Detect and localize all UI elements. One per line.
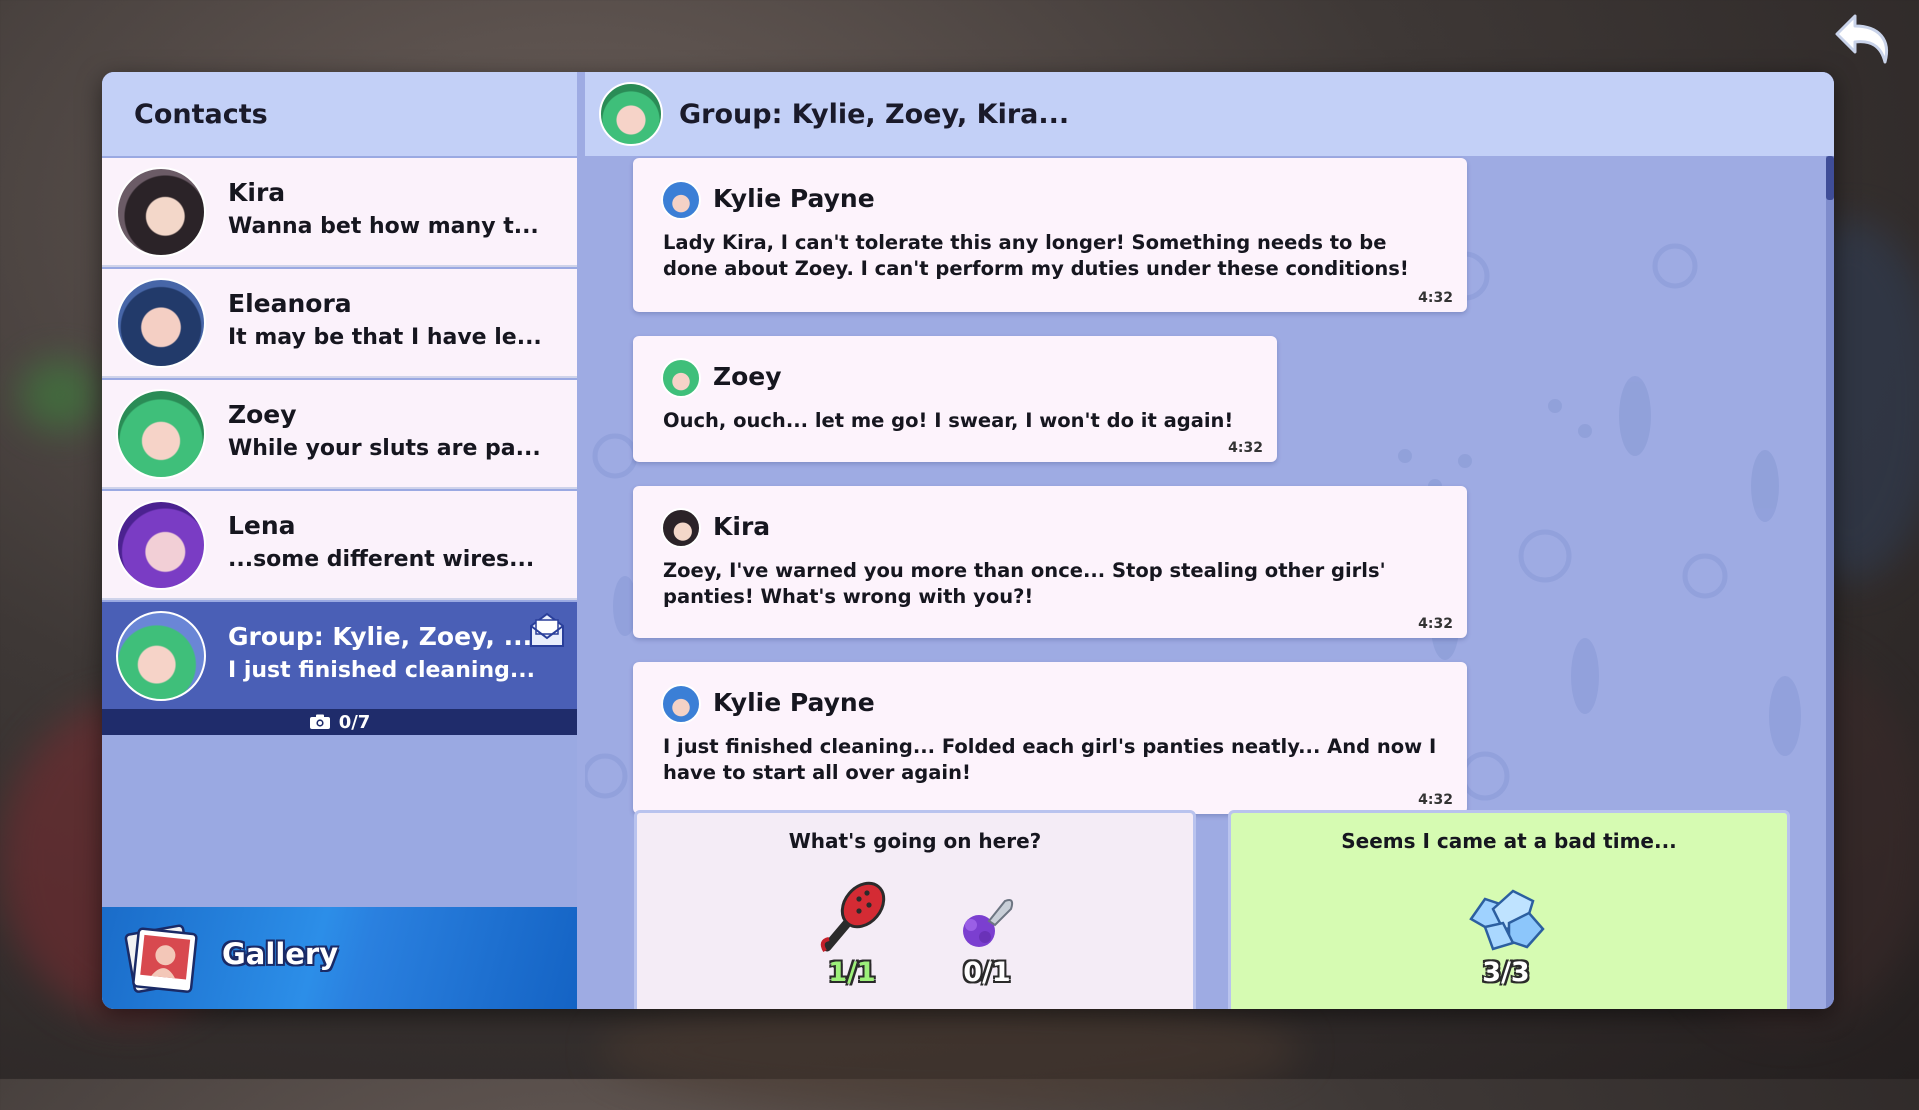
chat-pane: Group: Kylie, Zoey, Kira... Kylie Payne …: [585, 72, 1834, 1009]
message-sender: Zoey: [713, 362, 782, 391]
plug-icon: [963, 899, 1014, 947]
contact-preview: While your sluts are pa...: [228, 436, 541, 461]
avatar: [661, 508, 701, 548]
chat-scrollbar-thumb[interactable]: [1826, 156, 1834, 200]
avatar: [661, 684, 701, 724]
avatar: [116, 278, 206, 368]
reward-count: 0/1: [963, 957, 1011, 988]
back-button[interactable]: [1832, 10, 1896, 74]
chat-header: Group: Kylie, Zoey, Kira...: [585, 72, 1834, 156]
chat-message: Kylie Payne I just finished cleaning... …: [633, 662, 1467, 814]
message-time: 4:32: [1418, 290, 1453, 306]
contact-name: Kira: [228, 178, 286, 207]
message-text: Zoey, I've warned you more than once... …: [663, 559, 1386, 608]
reward-item: 1/1: [807, 881, 897, 988]
contact-item-zoey[interactable]: Zoey While your sluts are pa...: [102, 380, 577, 489]
camera-icon: [309, 714, 330, 729]
message-sender: Kylie Payne: [713, 688, 875, 717]
reply-text: Seems I came at a bad time...: [1341, 829, 1677, 853]
envelope-icon: [530, 612, 564, 647]
message-time: 4:32: [1418, 616, 1453, 632]
contact-preview: I just finished cleaning...: [228, 658, 535, 683]
message-text: I just finished cleaning... Folded each …: [663, 735, 1437, 784]
chat-scrollbar[interactable]: [1826, 156, 1834, 1009]
chat-title: Group: Kylie, Zoey, Kira...: [679, 98, 1070, 130]
contact-item-group[interactable]: Group: Kylie, Zoey, ... I just finished …: [102, 602, 577, 711]
contacts-title: Contacts: [102, 72, 577, 156]
back-arrow-icon: [1835, 14, 1888, 64]
reply-text: What's going on here?: [788, 829, 1042, 853]
avatar: [116, 500, 206, 590]
message-sender: Kira: [713, 512, 771, 541]
gallery-label: Gallery: [222, 937, 339, 971]
reply-option-1[interactable]: What's going on here? 1/1 0/1: [634, 810, 1196, 1009]
contact-name: Zoey: [228, 400, 297, 429]
photo-progress-bar: 0/7: [102, 709, 577, 735]
reward-item: 0/1: [942, 891, 1032, 988]
chat-message: Zoey Ouch, ouch... let me go! I swear, I…: [633, 336, 1277, 462]
reward-count: 1/1: [828, 957, 876, 988]
diamonds-icon: [1469, 889, 1545, 951]
paddle-icon: [820, 881, 886, 953]
contact-name: Group: Kylie, Zoey, ...: [228, 622, 533, 651]
contacts-sidebar: Contacts Kira Wanna bet how many t... El…: [102, 72, 577, 1009]
contact-preview: Wanna bet how many t...: [228, 214, 539, 239]
message-text: Ouch, ouch... let me go! I swear, I won'…: [663, 409, 1234, 432]
contact-name: Eleanora: [228, 289, 352, 318]
avatar: [661, 180, 701, 220]
messenger-panel: Contacts Kira Wanna bet how many t... El…: [102, 72, 1834, 1009]
reward-count: 3/3: [1482, 957, 1530, 988]
gallery-button[interactable]: Gallery: [102, 907, 577, 1009]
contact-item-kira[interactable]: Kira Wanna bet how many t...: [102, 158, 577, 267]
message-text: Lady Kira, I can't tolerate this any lon…: [663, 231, 1409, 280]
photos-icon: [124, 924, 198, 993]
chat-message: Kylie Payne Lady Kira, I can't tolerate …: [633, 158, 1467, 312]
reward-item: 3/3: [1461, 883, 1551, 988]
avatar: [116, 611, 206, 701]
chat-message: Kira Zoey, I've warned you more than onc…: [633, 486, 1467, 638]
contact-preview: ...some different wires...: [228, 547, 535, 572]
contact-name: Lena: [228, 511, 296, 540]
message-time: 4:32: [1228, 440, 1263, 456]
photo-count: 0/7: [338, 711, 371, 733]
contact-item-eleanora[interactable]: Eleanora It may be that I have le...: [102, 269, 577, 378]
message-time: 4:32: [1418, 792, 1453, 808]
avatar: [661, 358, 701, 398]
contact-preview: It may be that I have le...: [228, 325, 542, 350]
reply-option-2[interactable]: Seems I came at a bad time... 3/3: [1228, 810, 1790, 1009]
avatar: [116, 389, 206, 479]
avatar: [116, 167, 206, 257]
contact-item-lena[interactable]: Lena ...some different wires...: [102, 491, 577, 600]
avatar: [599, 82, 663, 146]
message-sender: Kylie Payne: [713, 184, 875, 213]
